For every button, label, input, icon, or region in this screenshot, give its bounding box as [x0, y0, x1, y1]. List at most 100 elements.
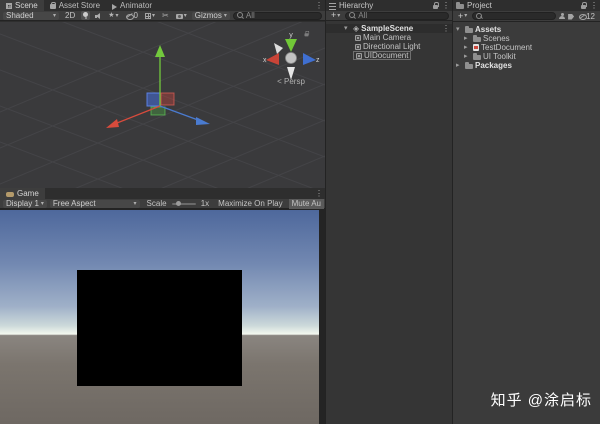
- lock-icon[interactable]: [432, 1, 439, 10]
- scene-toolbar: Shaded ▾ 2D ★ ▾ 0 ▾ ✂ ▾ Gizmos ▾ All: [0, 11, 325, 21]
- gameobject-icon: [355, 43, 361, 50]
- plus-icon: +: [458, 10, 464, 21]
- maximize-on-play-button[interactable]: Maximize On Play: [215, 199, 285, 209]
- hierarchy-item-main-camera[interactable]: Main Camera: [326, 33, 452, 42]
- tab-asset-store[interactable]: Asset Store: [44, 0, 106, 11]
- scene-search-input[interactable]: All: [232, 11, 322, 20]
- asset-store-icon: [49, 2, 56, 9]
- mute-audio-button[interactable]: Mute Au: [288, 198, 324, 209]
- hierarchy-title: Hierarchy: [339, 1, 374, 10]
- gizmos-label: Gizmos: [194, 11, 222, 20]
- project-folder-assets[interactable]: ▾ Assets: [453, 25, 600, 34]
- scene-viewport[interactable]: y x z < Persp: [0, 22, 325, 188]
- chevron-down-icon: ▾: [52, 12, 56, 19]
- projection-mode-label[interactable]: < Persp: [260, 77, 322, 86]
- gamepad-icon: [6, 191, 14, 197]
- game-panel-menu-icon[interactable]: ⋮: [315, 188, 323, 199]
- draw-mode-label: Shaded: [6, 11, 34, 20]
- uxml-document-icon: [473, 44, 479, 51]
- tab-game[interactable]: Game: [0, 188, 45, 199]
- axis-x-label: x: [263, 57, 267, 64]
- collapsed-triangle-icon[interactable]: ▸: [464, 53, 471, 60]
- hierarchy-item-directional-light[interactable]: Directional Light: [326, 42, 452, 51]
- hierarchy-panel: Hierarchy ⋮ + ▾ All ▾ ◈ SampleScene ⋮ Ma…: [325, 0, 453, 424]
- scene-row-menu-icon[interactable]: ⋮: [442, 24, 450, 33]
- item-label: UIDocument: [364, 51, 409, 60]
- hierarchy-scene-row[interactable]: ▾ ◈ SampleScene ⋮: [326, 24, 452, 33]
- project-folder-ui-toolkit[interactable]: ▸ UI Toolkit: [453, 52, 600, 61]
- gizmos-dropdown[interactable]: Gizmos ▾: [191, 11, 230, 20]
- hidden-objects-count: 0: [133, 11, 138, 20]
- gizmo-lock-icon[interactable]: [304, 30, 310, 37]
- chevron-down-icon: ▾: [183, 12, 187, 19]
- project-search-input[interactable]: [472, 12, 557, 20]
- scene-panel-menu-icon[interactable]: ⋮: [315, 0, 323, 11]
- hidden-packages-button[interactable]: 12: [577, 12, 597, 21]
- scene-asset-icon: ◈: [353, 23, 360, 33]
- expanded-triangle-icon[interactable]: ▾: [344, 25, 351, 32]
- hierarchy-header[interactable]: Hierarchy ⋮: [326, 0, 452, 11]
- chevron-down-icon: ▾: [115, 12, 119, 19]
- folder-label: Scenes: [483, 34, 510, 43]
- hierarchy-search-input[interactable]: All: [345, 11, 449, 20]
- eye-off-icon: [579, 13, 588, 20]
- project-header[interactable]: Project ⋮: [453, 0, 600, 11]
- audio-toggle[interactable]: [93, 11, 103, 20]
- lock-icon[interactable]: [580, 1, 587, 10]
- axis-z-label: z: [316, 57, 320, 64]
- effects-icon: ★: [108, 12, 115, 19]
- collapsed-triangle-icon[interactable]: ▸: [464, 44, 471, 51]
- folder-label: Assets: [475, 25, 502, 34]
- folder-icon: [473, 53, 481, 60]
- project-title: Project: [467, 1, 492, 10]
- create-asset-button[interactable]: + ▾: [456, 10, 469, 21]
- display-label: Display 1: [6, 199, 39, 208]
- collapsed-triangle-icon[interactable]: ▸: [464, 35, 471, 42]
- hidden-objects-button[interactable]: 0: [124, 11, 140, 20]
- maximize-on-play-label: Maximize On Play: [218, 199, 283, 208]
- game-viewport[interactable]: [0, 210, 319, 424]
- hierarchy-header-actions: ⋮: [432, 0, 450, 11]
- project-folder-packages[interactable]: ▸ Packages: [453, 61, 600, 70]
- snap-tool-button[interactable]: ✂: [160, 11, 171, 20]
- expanded-triangle-icon[interactable]: ▾: [456, 26, 463, 33]
- tab-animator[interactable]: Animator: [106, 0, 158, 11]
- collapsed-triangle-icon[interactable]: ▸: [456, 62, 463, 69]
- chevron-down-icon: ▾: [133, 200, 137, 207]
- orientation-gizmo[interactable]: y x z: [260, 29, 322, 83]
- project-asset-testdocument[interactable]: ▸ TestDocument: [453, 43, 600, 52]
- scene-panel: Scene Asset Store Animator ⋮ Shaded ▾ 2D: [0, 0, 325, 188]
- tab-scene[interactable]: Scene: [0, 0, 44, 11]
- persp-text: < Persp: [277, 77, 305, 86]
- scale-label: Scale: [146, 199, 167, 208]
- tab-scene-label: Scene: [15, 1, 38, 10]
- effects-dropdown[interactable]: ★ ▾: [106, 11, 120, 20]
- folder-label: Packages: [475, 61, 512, 70]
- kebab-icon: ⋮: [442, 24, 450, 33]
- camera-settings-dropdown[interactable]: ▾: [174, 11, 189, 20]
- kebab-icon[interactable]: ⋮: [590, 1, 598, 10]
- filter-by-type-icon[interactable]: [559, 12, 566, 20]
- kebab-icon[interactable]: ⋮: [442, 1, 450, 10]
- grid-visibility-dropdown[interactable]: ▾: [143, 11, 157, 20]
- create-object-button[interactable]: + ▾: [329, 11, 342, 20]
- project-header-actions: ⋮: [580, 0, 598, 11]
- draw-mode-dropdown[interactable]: Shaded ▾: [3, 11, 59, 20]
- display-dropdown[interactable]: Display 1 ▾: [3, 199, 47, 208]
- scale-slider-knob[interactable]: [175, 200, 181, 206]
- project-tree: ▾ Assets ▸ Scenes ▸ TestDocument ▸ UI To…: [453, 25, 600, 70]
- animator-icon: [112, 3, 118, 10]
- project-folder-scenes[interactable]: ▸ Scenes: [453, 34, 600, 43]
- aspect-dropdown[interactable]: Free Aspect ▾: [49, 199, 140, 208]
- tab-animator-label: Animator: [120, 1, 153, 10]
- filter-by-label-icon[interactable]: [568, 13, 575, 20]
- lighting-toggle[interactable]: [81, 11, 91, 20]
- project-panel: Project ⋮ + ▾ 12 ▾ Assets ▸ Scenes ▸ Tes…: [453, 0, 600, 424]
- scale-slider[interactable]: [171, 200, 196, 206]
- hierarchy-item-uidocument[interactable]: UIDocument: [326, 51, 452, 60]
- mute-audio-label: Mute Au: [291, 199, 321, 208]
- folder-icon: [465, 26, 473, 33]
- plus-icon: +: [331, 10, 337, 20]
- toggle-2d-button[interactable]: 2D: [62, 11, 78, 20]
- kebab-icon: ⋮: [315, 1, 323, 10]
